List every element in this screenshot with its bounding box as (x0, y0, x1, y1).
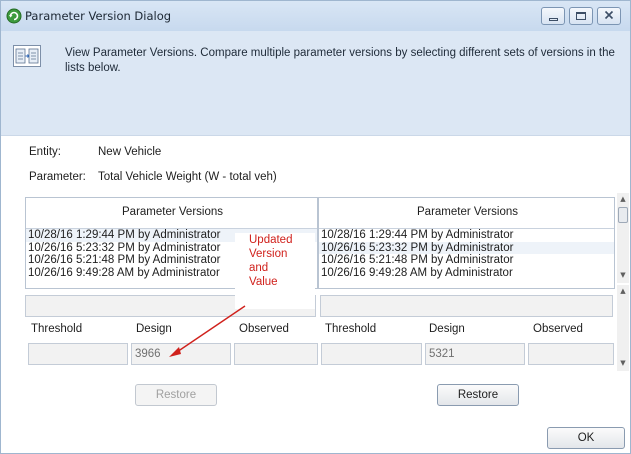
left-restore-button[interactable]: Restore (135, 384, 217, 406)
title-bar[interactable]: Parameter Version Dialog (1, 1, 630, 31)
left-design-field: 3966 (131, 343, 231, 365)
right-restore-button[interactable]: Restore (437, 384, 519, 406)
left-threshold-field (28, 343, 128, 365)
list-item[interactable]: 10/26/16 5:23:32 PM by Administrator (319, 241, 614, 254)
entity-value: New Vehicle (98, 146, 162, 158)
minimize-icon (548, 17, 558, 21)
scroll-up-icon[interactable]: ▲ (617, 193, 629, 205)
left-observed-field (234, 343, 318, 365)
right-versions-title: Parameter Versions (417, 206, 518, 218)
maximize-button[interactable] (569, 7, 593, 25)
annotation-line: Updated (249, 234, 293, 246)
left-design-header: Design (136, 323, 172, 335)
maximize-icon (576, 12, 586, 20)
detail-scrollbar[interactable]: ▲ ▼ (617, 285, 629, 371)
right-threshold-header: Threshold (325, 323, 377, 335)
compare-versions-icon (13, 45, 41, 67)
close-button[interactable] (597, 7, 621, 25)
minimize-button[interactable] (541, 7, 565, 25)
list-item[interactable]: 10/26/16 5:21:48 PM by Administrator (319, 254, 614, 267)
right-version-detail (320, 295, 613, 317)
scroll-up-icon[interactable]: ▲ (617, 285, 629, 297)
ok-button[interactable]: OK (547, 427, 625, 449)
right-design-header: Design (429, 323, 465, 335)
left-threshold-header: Threshold (31, 323, 83, 335)
annotation-line: Value (249, 276, 278, 288)
right-threshold-field (321, 343, 422, 365)
scroll-down-icon[interactable]: ▼ (617, 269, 629, 281)
right-observed-header: Observed (533, 323, 583, 335)
scroll-thumb[interactable] (618, 207, 628, 223)
list-scrollbar[interactable]: ▲ ▼ (617, 193, 629, 283)
list-item[interactable]: 10/26/16 9:49:28 AM by Administrator (319, 267, 614, 280)
parameter-label: Parameter: (29, 171, 86, 183)
parameter-value: Total Vehicle Weight (W - total veh) (98, 171, 277, 183)
right-design-field: 5321 (425, 343, 525, 365)
close-icon (604, 10, 614, 23)
entity-label: Entity: (29, 146, 61, 158)
right-versions-group: Parameter Versions 10/28/16 1:29:44 PM b… (318, 197, 615, 289)
window-title: Parameter Version Dialog (25, 9, 172, 23)
annotation-line: Version (249, 248, 288, 260)
scroll-down-icon[interactable]: ▼ (617, 357, 629, 369)
app-refresh-icon (6, 8, 22, 24)
annotation-callout: Updated Version and Value (235, 233, 315, 309)
list-item[interactable]: 10/28/16 1:29:44 PM by Administrator (319, 229, 614, 242)
header-band: View Parameter Versions. Compare multipl… (1, 31, 630, 136)
annotation-line: and (249, 262, 269, 274)
left-observed-header: Observed (239, 323, 289, 335)
left-versions-title: Parameter Versions (122, 206, 223, 218)
right-versions-list[interactable]: 10/28/16 1:29:44 PM by Administrator 10/… (319, 228, 614, 288)
header-description: View Parameter Versions. Compare multipl… (65, 47, 615, 74)
dialog-window: Parameter Version Dialog View Parameter … (0, 0, 631, 454)
right-observed-field (528, 343, 614, 365)
